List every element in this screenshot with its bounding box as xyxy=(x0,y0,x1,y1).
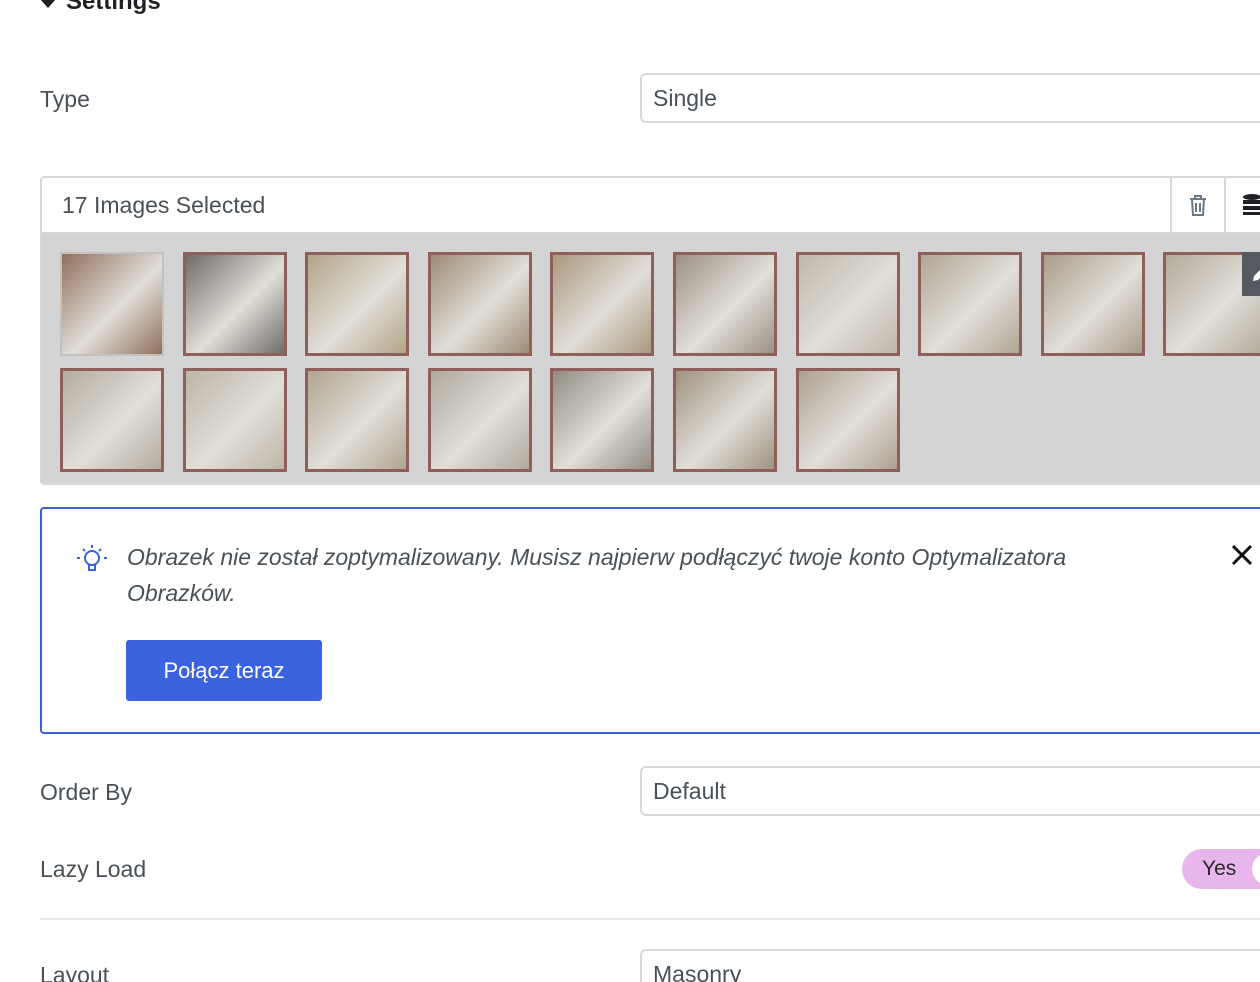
gallery-thumbnail[interactable] xyxy=(60,252,164,356)
type-label: Type xyxy=(40,86,90,112)
image-optimizer-notice: Obrazek nie został zoptymalizowany. Musi… xyxy=(40,507,1260,734)
notice-message: Obrazek nie został zoptymalizowany. Musi… xyxy=(127,544,1067,606)
lightbulb-icon xyxy=(77,545,107,571)
toggle-state-label: Yes xyxy=(1202,857,1237,880)
thumbnail-image xyxy=(308,255,406,353)
settings-panel: Settings Type Single 17 Images Selected xyxy=(0,0,1260,982)
gallery-thumbnail[interactable] xyxy=(183,368,287,472)
section-title: Settings xyxy=(66,0,161,15)
thumbnail-image xyxy=(676,255,774,353)
gallery-thumbnail[interactable] xyxy=(1041,252,1145,356)
gallery-thumbnail[interactable] xyxy=(918,252,1022,356)
thumbnail-image xyxy=(63,371,161,469)
gallery-database-button[interactable] xyxy=(1224,178,1260,232)
caret-down-icon xyxy=(40,0,56,8)
section-divider xyxy=(40,918,1260,920)
images-selected-count: 17 Images Selected xyxy=(62,191,266,218)
lazy-load-toggle[interactable]: Yes xyxy=(1182,849,1260,889)
connect-now-button[interactable]: Połącz teraz xyxy=(126,640,322,701)
gallery-thumbnail[interactable] xyxy=(428,368,532,472)
order-by-label: Order By xyxy=(40,779,133,805)
pencil-icon xyxy=(1253,270,1260,281)
thumbnail-image xyxy=(553,371,651,469)
close-icon[interactable] xyxy=(1230,543,1254,567)
edit-gallery-button[interactable] xyxy=(1242,252,1260,296)
thumbnail-image xyxy=(553,255,651,353)
thumbnail-image xyxy=(799,255,897,353)
gallery-thumbnail[interactable] xyxy=(550,368,654,472)
layout-label: Layout xyxy=(40,962,110,982)
settings-section-toggle[interactable]: Settings xyxy=(40,0,161,16)
gallery-control: 17 Images Selected xyxy=(40,176,1260,485)
layout-select[interactable]: Masonry xyxy=(640,949,1260,982)
gallery-thumbnail[interactable] xyxy=(60,368,164,472)
trash-icon xyxy=(1190,195,1206,216)
gallery-thumbnails[interactable] xyxy=(42,234,1260,483)
thumbnail-image xyxy=(921,255,1019,353)
gallery-thumbnail[interactable] xyxy=(428,252,532,356)
gallery-thumbnail[interactable] xyxy=(673,252,777,356)
gallery-thumbnail[interactable] xyxy=(183,252,287,356)
thumbnail-image xyxy=(799,371,897,469)
clear-gallery-button[interactable] xyxy=(1170,178,1224,232)
database-icon xyxy=(1243,194,1260,215)
thumbnail-image xyxy=(186,371,284,469)
gallery-header: 17 Images Selected xyxy=(42,178,1260,234)
order-by-select[interactable]: Default xyxy=(640,766,1260,816)
thumbnail-image xyxy=(308,371,406,469)
gallery-thumbnail[interactable] xyxy=(550,252,654,356)
thumbnail-image xyxy=(62,254,162,354)
toggle-knob xyxy=(1252,853,1260,885)
thumbnail-image xyxy=(186,255,284,353)
type-select[interactable]: Single xyxy=(640,73,1260,123)
thumbnail-image xyxy=(431,255,529,353)
gallery-thumbnail[interactable] xyxy=(305,368,409,472)
gallery-thumbnail[interactable] xyxy=(796,368,900,472)
thumbnail-image xyxy=(676,371,774,469)
gallery-thumbnail[interactable] xyxy=(796,252,900,356)
gallery-thumbnail[interactable] xyxy=(305,252,409,356)
lazy-load-label: Lazy Load xyxy=(40,856,147,882)
thumbnail-image xyxy=(1044,255,1142,353)
gallery-thumbnail[interactable] xyxy=(673,368,777,472)
thumbnail-image xyxy=(431,371,529,469)
